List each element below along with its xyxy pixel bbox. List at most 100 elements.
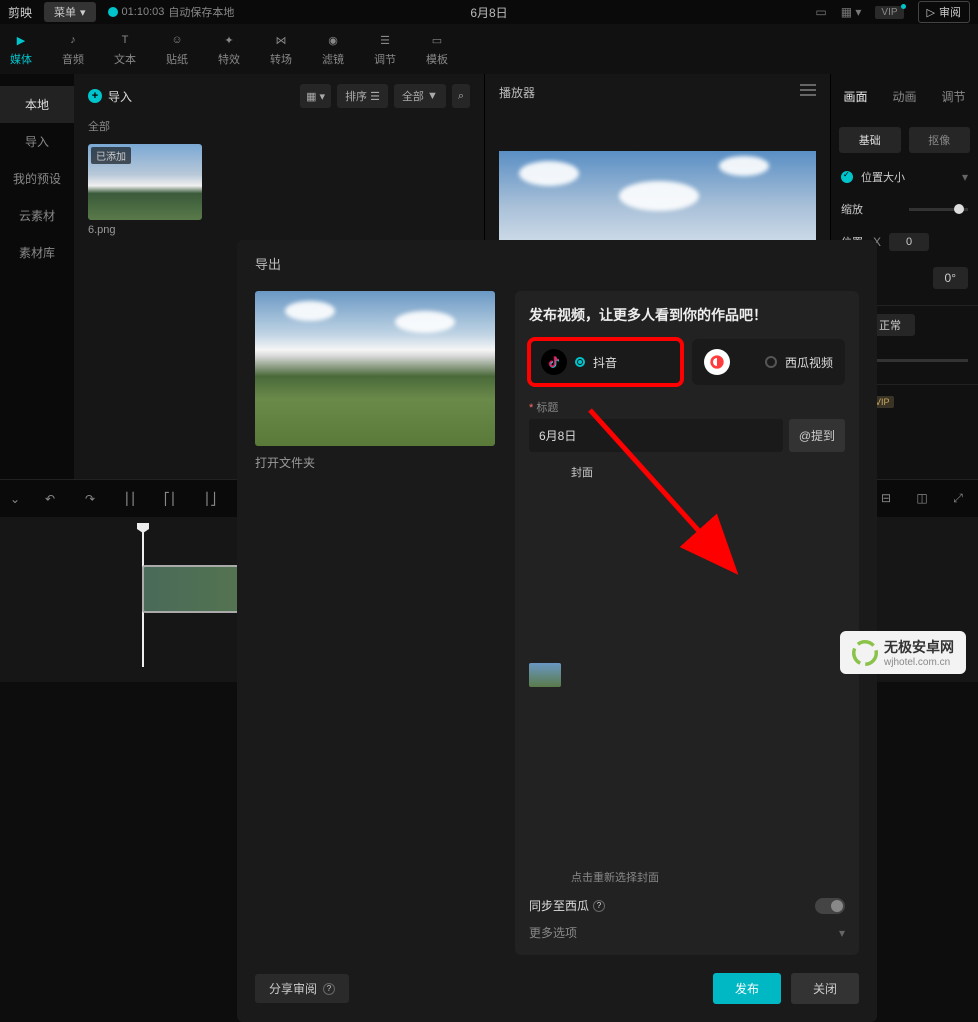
media-thumbnail: 已添加	[88, 144, 202, 220]
publish-panel: 发布视频，让更多人看到你的作品吧！ 抖音 西瓜视频 标题	[515, 291, 859, 955]
section-label: 全部	[88, 118, 470, 134]
xigua-icon	[704, 349, 730, 375]
tool-filter[interactable]: ◉滤镜	[322, 31, 344, 67]
search-button[interactable]: ⌕	[452, 84, 470, 108]
watermark-title: 无极安卓网	[884, 637, 954, 657]
plus-icon: +	[88, 89, 102, 103]
view-grid-button[interactable]: ▦ ▾	[300, 84, 331, 108]
tool-sticker[interactable]: ☺贴纸	[166, 31, 188, 67]
trim-left-button[interactable]: ⎡⎮	[160, 492, 180, 506]
watermark: 无极安卓网 wjhotel.com.cn	[840, 631, 966, 674]
scale-slider[interactable]	[909, 208, 969, 211]
prop-tab-picture[interactable]: 画面	[831, 82, 880, 111]
player-title: 播放器	[499, 84, 535, 101]
player-menu-icon[interactable]	[800, 84, 816, 101]
sidebar-tab-cloud[interactable]: 云素材	[0, 197, 74, 234]
chevron-down-icon: ▾	[839, 926, 845, 940]
redo-button[interactable]: ↷	[80, 492, 100, 506]
platform-name: 抖音	[593, 354, 617, 371]
tool-audio[interactable]: ♪音频	[62, 31, 84, 67]
scale-label: 缩放	[841, 201, 901, 217]
platform-name: 西瓜视频	[785, 354, 833, 371]
checkbox-icon[interactable]	[841, 171, 853, 183]
template-icon: ▭	[428, 31, 446, 49]
sub-tab-basic[interactable]: 基础	[839, 127, 901, 153]
prop-tab-animation[interactable]: 动画	[880, 82, 929, 111]
tool-media[interactable]: ▶媒体	[10, 31, 32, 67]
tl-icon-4[interactable]: ◫	[912, 491, 932, 506]
watermark-icon	[852, 640, 878, 666]
tool-text[interactable]: T文本	[114, 31, 136, 67]
tool-transition[interactable]: ⋈转场	[270, 31, 292, 67]
play-icon: ▷	[927, 6, 935, 19]
tl-fullscreen[interactable]: ⤢	[948, 491, 968, 506]
main-toolbar: ▶媒体 ♪音频 T文本 ☺贴纸 ✦特效 ⋈转场 ◉滤镜 ☰调节 ▭模板	[0, 24, 978, 74]
sidebar-tab-import[interactable]: 导入	[0, 123, 74, 160]
more-options[interactable]: 更多选项 ▾	[529, 924, 845, 941]
help-icon[interactable]: ?	[593, 900, 605, 912]
sync-toggle[interactable]	[815, 898, 845, 914]
mention-button[interactable]: @提到	[789, 419, 845, 452]
media-icon: ▶	[12, 31, 30, 49]
help-icon[interactable]: ?	[323, 983, 335, 995]
media-sidebar: 本地 导入 我的预设 云素材 素材库	[0, 74, 74, 479]
media-item[interactable]: 已添加 6.png	[88, 144, 202, 236]
modal-title: 导出	[237, 240, 877, 281]
media-filename: 6.png	[88, 224, 202, 236]
sub-tab-cutout[interactable]: 抠像	[909, 127, 971, 153]
platform-xigua[interactable]: 西瓜视频	[692, 339, 845, 385]
x-input[interactable]: 0	[889, 233, 929, 251]
tool-template[interactable]: ▭模板	[426, 31, 448, 67]
opacity-slider[interactable]	[865, 359, 968, 362]
app-name: 剪映	[8, 4, 32, 21]
share-review-button[interactable]: 分享审阅 ?	[255, 974, 349, 1003]
transition-icon: ⋈	[272, 31, 290, 49]
project-name[interactable]: 6月8日	[470, 4, 507, 21]
save-indicator-icon	[108, 7, 118, 17]
cover-selector[interactable]: 封面 点击重新选择封面	[529, 464, 845, 885]
radio-checked-icon	[575, 357, 585, 367]
platform-douyin[interactable]: 抖音	[529, 339, 682, 385]
rotation-input[interactable]: 0°	[933, 267, 968, 289]
filter-all-button[interactable]: 全部 ▼	[394, 84, 446, 108]
chevron-down-icon[interactable]: ⌄	[10, 492, 20, 506]
import-button[interactable]: +导入	[88, 88, 132, 105]
chevron-down-icon[interactable]: ▾	[962, 170, 968, 184]
cover-label: 封面	[571, 464, 659, 869]
export-preview	[255, 291, 495, 446]
trim-right-button[interactable]: ⎮⎦	[200, 492, 220, 506]
sticker-icon: ☺	[168, 31, 186, 49]
sidebar-tab-library[interactable]: 素材库	[0, 234, 74, 271]
export-modal: 导出 打开文件夹 发布视频，让更多人看到你的作品吧！ 抖音	[237, 240, 877, 1022]
review-button[interactable]: ▷ 审阅	[918, 1, 970, 23]
publish-title: 发布视频，让更多人看到你的作品吧！	[529, 305, 845, 325]
layout-icon[interactable]: ▭	[815, 5, 826, 19]
tool-adjust[interactable]: ☰调节	[374, 31, 396, 67]
sort-button[interactable]: 排序 ☰	[337, 84, 388, 108]
sidebar-tab-presets[interactable]: 我的预设	[0, 160, 74, 197]
menu-dropdown[interactable]: 菜单 ▾	[44, 2, 96, 22]
open-folder-link[interactable]: 打开文件夹	[255, 454, 495, 471]
grid-icon[interactable]: ▦ ▾	[841, 5, 862, 19]
search-icon: ⌕	[458, 90, 464, 103]
filter-icon: ◉	[324, 31, 342, 49]
sidebar-tab-local[interactable]: 本地	[0, 86, 74, 123]
publish-button[interactable]: 发布	[713, 973, 781, 1004]
split-button[interactable]: ⎮⎮	[120, 492, 140, 506]
titlebar: 剪映 菜单 ▾ 01:10:03 自动保存本地 6月8日 ▭ ▦ ▾ VIP ▷…	[0, 0, 978, 24]
close-button[interactable]: 关闭	[791, 973, 859, 1004]
adjust-icon: ☰	[376, 31, 394, 49]
douyin-icon	[541, 349, 567, 375]
title-field-label: 标题	[529, 399, 845, 415]
text-icon: T	[116, 31, 134, 49]
tool-effect[interactable]: ✦特效	[218, 31, 240, 67]
vip-badge[interactable]: VIP	[875, 6, 903, 19]
radio-icon	[765, 356, 777, 368]
prop-tab-adjust[interactable]: 调节	[929, 82, 978, 111]
watermark-url: wjhotel.com.cn	[884, 657, 954, 668]
sync-xigua-label: 同步至西瓜 ?	[529, 897, 605, 914]
undo-button[interactable]: ↶	[40, 492, 60, 506]
title-input[interactable]: 6月8日	[529, 419, 783, 452]
tl-icon-3[interactable]: ⊟	[876, 491, 896, 506]
added-badge: 已添加	[91, 147, 131, 164]
